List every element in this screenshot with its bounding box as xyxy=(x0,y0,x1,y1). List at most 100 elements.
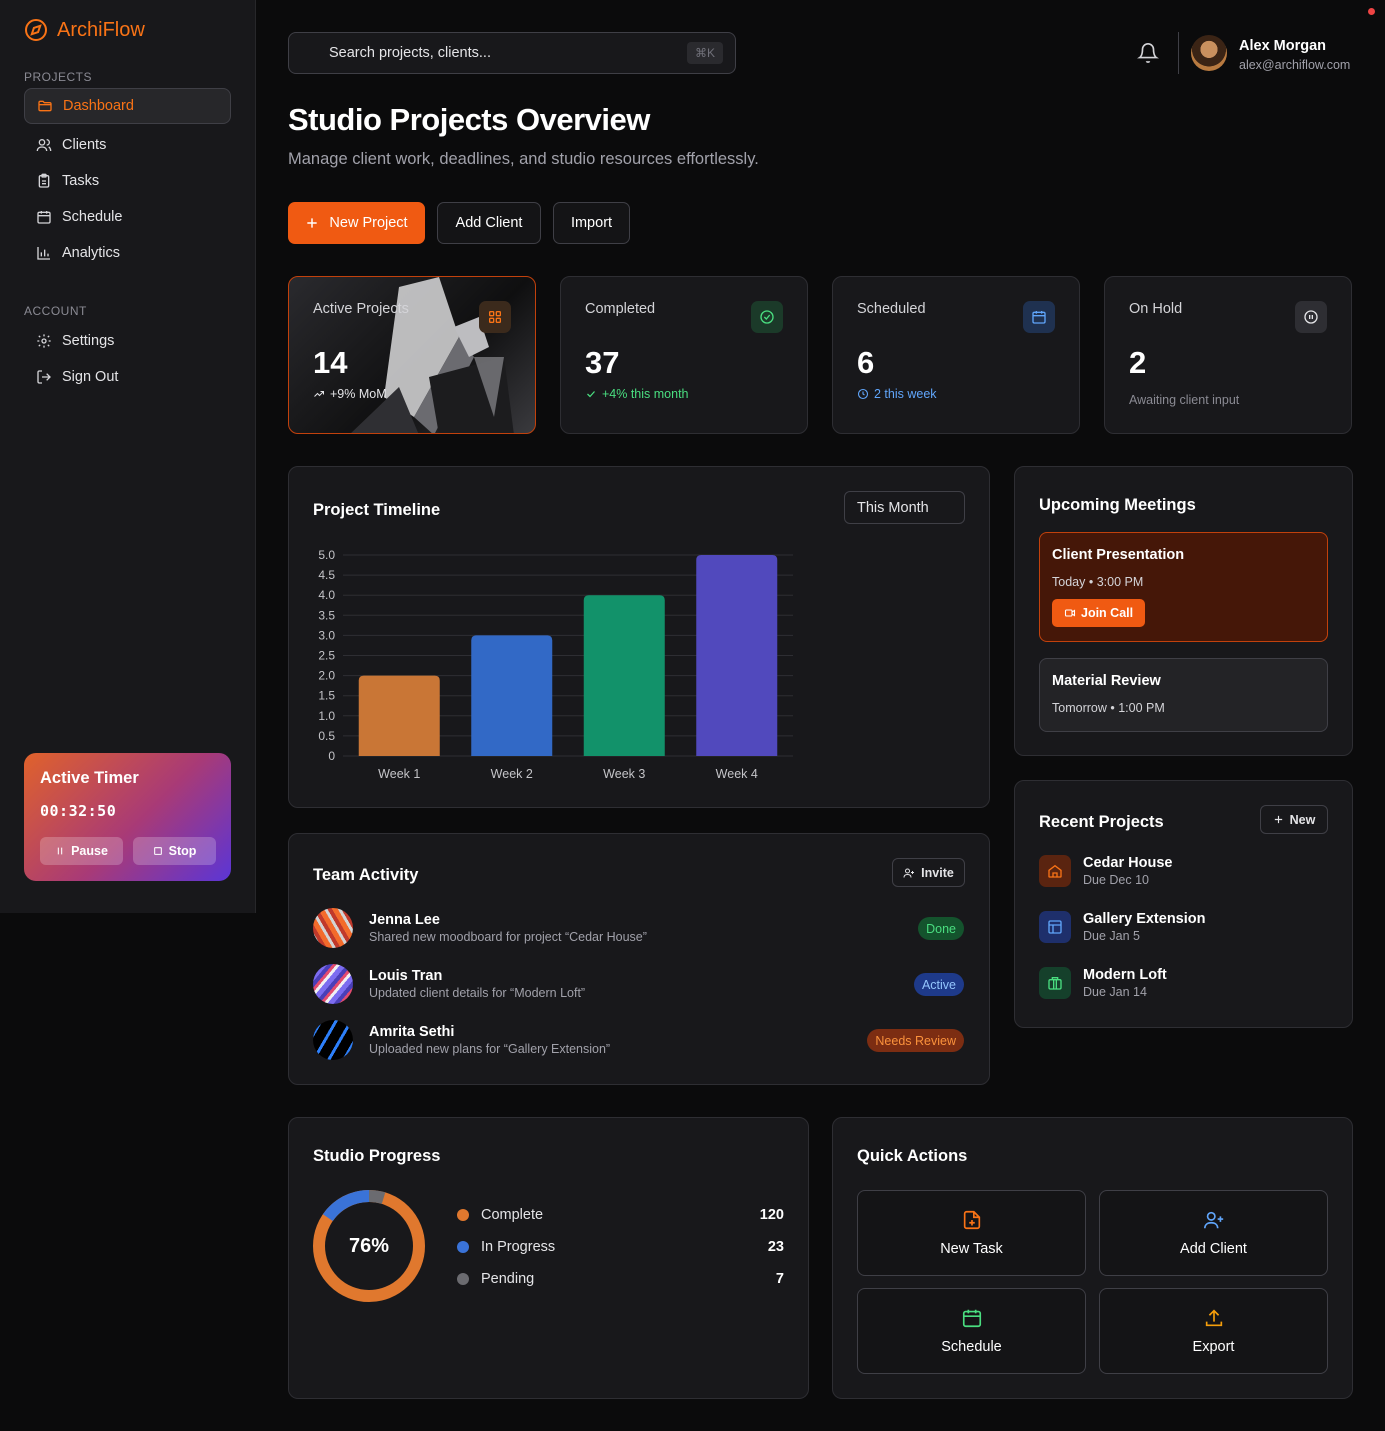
stat-icon xyxy=(751,301,783,333)
stat-note-text: +4% this month xyxy=(602,387,689,401)
search-shortcut-badge: ⌘K xyxy=(686,42,723,64)
stat-note-text: 2 this week xyxy=(874,387,937,401)
join-call-label: Join Call xyxy=(1081,606,1134,620)
grid-icon xyxy=(489,311,501,323)
activity-desc: Updated client details for “Modern Loft” xyxy=(369,986,586,1000)
folder-icon xyxy=(38,100,52,112)
stat-value: 14 xyxy=(313,345,348,380)
sidebar-item-sign-out[interactable]: Sign Out xyxy=(24,359,231,395)
layout-icon xyxy=(1048,920,1062,934)
activity-name: Amrita Sethi xyxy=(369,1024,455,1040)
quick-actions-panel: Quick Actions New Task Add Client Schedu… xyxy=(832,1117,1353,1399)
plus-icon xyxy=(1274,815,1282,824)
sidebar-item-tasks[interactable]: Tasks xyxy=(24,163,231,199)
import-button[interactable]: Import xyxy=(553,202,630,244)
stat-card-on-hold[interactable]: On Hold 2 Awaiting client input xyxy=(1104,276,1352,434)
upcoming-meetings-panel: Upcoming Meetings Client Presentation To… xyxy=(1014,466,1353,756)
meetings-title: Upcoming Meetings xyxy=(1039,496,1196,514)
sidebar-item-schedule[interactable]: Schedule xyxy=(24,199,231,235)
meeting-day: Tomorrow xyxy=(1052,701,1107,715)
meeting-time: Tomorrow • 1:00 PM xyxy=(1052,701,1165,715)
meeting-card[interactable]: Material Review Tomorrow • 1:00 PM xyxy=(1039,658,1328,732)
quick-action-schedule[interactable]: Schedule xyxy=(857,1288,1086,1374)
stat-icon xyxy=(1023,301,1055,333)
project-icon xyxy=(1039,967,1071,999)
stop-button[interactable]: Stop xyxy=(133,837,216,865)
project-due: Due Jan 14 xyxy=(1083,985,1147,999)
stat-value: 37 xyxy=(585,345,620,380)
stat-icon xyxy=(479,301,511,333)
y-tick-label: 1.0 xyxy=(318,709,335,723)
new-project-small-button[interactable]: New xyxy=(1260,805,1328,834)
y-tick-label: 4.5 xyxy=(318,568,335,582)
recent-project-item[interactable]: Cedar House Due Dec 10 xyxy=(1039,855,1172,887)
quick-action-add-client[interactable]: Add Client xyxy=(1099,1190,1328,1276)
brand-name: ArchiFlow xyxy=(57,18,145,41)
avatar xyxy=(313,964,353,1004)
activity-row[interactable]: Jenna Lee Shared new moodboard for proje… xyxy=(313,908,964,948)
invite-label: Invite xyxy=(921,865,954,880)
activity-row[interactable]: Louis Tran Updated client details for “M… xyxy=(313,964,964,1004)
stat-note-text: +9% MoM xyxy=(330,387,387,401)
pause-circle-icon xyxy=(1304,310,1318,324)
invite-button[interactable]: Invite xyxy=(892,858,965,887)
add-client-label: Add Client xyxy=(455,215,523,231)
search-input[interactable]: Search projects, clients... ⌘K xyxy=(288,32,736,74)
project-name: Modern Loft xyxy=(1083,967,1167,983)
projects-section-label: PROJECTS xyxy=(24,70,93,84)
stat-value: 6 xyxy=(857,345,875,380)
timer-title: Active Timer xyxy=(40,769,139,787)
stat-card-scheduled[interactable]: Scheduled 6 2 this week xyxy=(832,276,1080,434)
studio-progress-title: Studio Progress xyxy=(313,1147,441,1165)
pause-label: Pause xyxy=(71,844,108,858)
recent-projects-title: Recent Projects xyxy=(1039,813,1164,831)
activity-row[interactable]: Amrita Sethi Uploaded new plans for “Gal… xyxy=(313,1020,964,1060)
quick-action-new-task[interactable]: New Task xyxy=(857,1190,1086,1276)
sidebar-item-label: Sign Out xyxy=(62,369,119,385)
sidebar-item-analytics[interactable]: Analytics xyxy=(24,235,231,271)
activity-name: Louis Tran xyxy=(369,968,443,984)
meeting-clock: 3:00 PM xyxy=(1096,575,1144,589)
legend-label: Pending xyxy=(481,1271,535,1287)
gear-icon xyxy=(37,334,51,348)
legend-label: Complete xyxy=(481,1207,544,1223)
stop-icon xyxy=(153,847,162,855)
quick-actions-title: Quick Actions xyxy=(857,1147,968,1165)
stat-card-active-projects[interactable]: Active Projects 14 +9% MoM xyxy=(288,276,536,434)
project-name: Gallery Extension xyxy=(1083,911,1206,927)
add-client-button[interactable]: Add Client xyxy=(437,202,541,244)
stop-label: Stop xyxy=(168,844,197,858)
calendar-icon xyxy=(962,1309,981,1328)
avatar[interactable] xyxy=(1191,35,1227,71)
sidebar-item-label: Clients xyxy=(62,137,107,153)
new-project-button[interactable]: New Project xyxy=(288,202,425,244)
sign-out-icon xyxy=(37,370,51,384)
sidebar-item-dashboard[interactable]: Dashboard xyxy=(24,88,231,124)
legend-row: In Progress 23 xyxy=(457,1239,784,1255)
active-timer-card: Active Timer 00:32:50 Pause Stop xyxy=(24,753,231,881)
clipboard-icon xyxy=(38,173,50,188)
check-circle-icon xyxy=(760,310,774,324)
new-project-label: New Project xyxy=(329,215,408,231)
quick-action-export[interactable]: Export xyxy=(1099,1288,1328,1374)
sidebar-item-settings[interactable]: Settings xyxy=(24,323,231,359)
meeting-card[interactable]: Client Presentation Today • 3:00 PM Join… xyxy=(1039,532,1328,642)
recent-project-item[interactable]: Gallery Extension Due Jan 5 xyxy=(1039,911,1206,943)
studio-progress-panel: Studio Progress 76% Complete 120 In Prog… xyxy=(288,1117,809,1399)
join-call-button[interactable]: Join Call xyxy=(1052,599,1146,627)
project-name: Cedar House xyxy=(1083,855,1173,871)
recent-project-item[interactable]: Modern Loft Due Jan 14 xyxy=(1039,967,1167,999)
y-tick-label: 3.0 xyxy=(318,628,335,642)
x-tick-label: Week 3 xyxy=(603,767,645,781)
notification-dot xyxy=(1368,8,1375,15)
timer-value: 00:32:50 xyxy=(40,802,117,820)
stat-card-completed[interactable]: Completed 37 +4% this month xyxy=(560,276,808,434)
sidebar-item-clients[interactable]: Clients xyxy=(24,127,231,163)
stat-note: Awaiting client input xyxy=(1129,393,1239,407)
status-badge: Needs Review xyxy=(867,1029,964,1052)
brand-logo[interactable]: ArchiFlow xyxy=(24,18,145,42)
team-activity-title: Team Activity xyxy=(313,866,419,884)
bell-icon[interactable] xyxy=(1137,42,1159,64)
sidebar-item-label: Settings xyxy=(62,333,115,349)
pause-button[interactable]: Pause xyxy=(40,837,123,865)
